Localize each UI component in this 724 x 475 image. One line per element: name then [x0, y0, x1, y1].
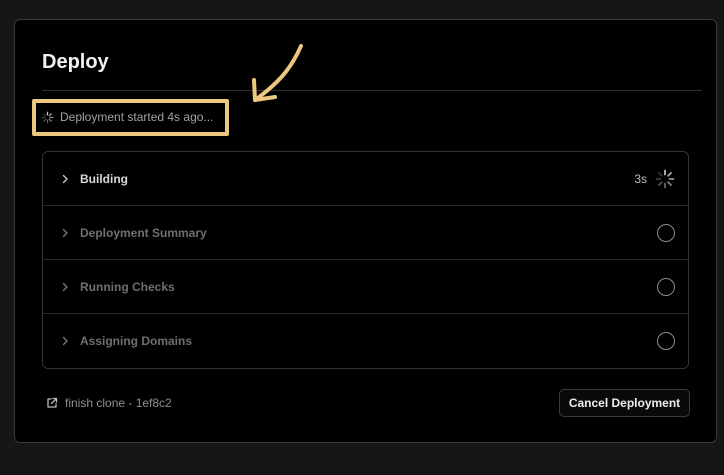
step-assigning-domains[interactable]: Assigning Domains — [43, 314, 688, 368]
chevron-right-icon — [60, 282, 70, 292]
loading-spinner-icon — [41, 111, 54, 124]
commit-link-text: finish clone - 1ef8c2 — [65, 396, 172, 410]
step-building[interactable]: Building 3s — [43, 152, 688, 206]
loading-spinner-icon — [655, 169, 675, 189]
chevron-right-icon — [60, 228, 70, 238]
step-label: Running Checks — [80, 279, 175, 294]
step-running-checks[interactable]: Running Checks — [43, 260, 688, 314]
step-deployment-summary[interactable]: Deployment Summary — [43, 206, 688, 260]
chevron-right-icon — [60, 336, 70, 346]
cancel-deployment-button[interactable]: Cancel Deployment — [559, 389, 690, 417]
step-label: Deployment Summary — [80, 225, 207, 240]
step-label: Building — [80, 171, 128, 186]
title-divider — [42, 90, 702, 91]
chevron-right-icon — [60, 174, 70, 184]
deployment-status: Deployment started 4s ago... — [41, 110, 213, 124]
step-duration: 3s — [634, 171, 647, 186]
pending-circle-icon — [657, 223, 675, 242]
status-text: Deployment started 4s ago... — [60, 110, 214, 124]
pending-circle-icon — [657, 277, 675, 296]
annotation-arrow-icon — [252, 44, 303, 102]
page-title: Deploy — [42, 51, 109, 73]
deployment-steps: Building 3s Deployment Summary Running C… — [42, 151, 689, 369]
step-label: Assigning Domains — [80, 334, 193, 348]
deploy-panel: Deploy Deployment started 4s ago... Buil… — [14, 19, 717, 443]
pending-circle-icon — [657, 332, 675, 350]
external-link-icon — [46, 397, 58, 409]
commit-link[interactable]: finish clone - 1ef8c2 — [46, 396, 172, 410]
